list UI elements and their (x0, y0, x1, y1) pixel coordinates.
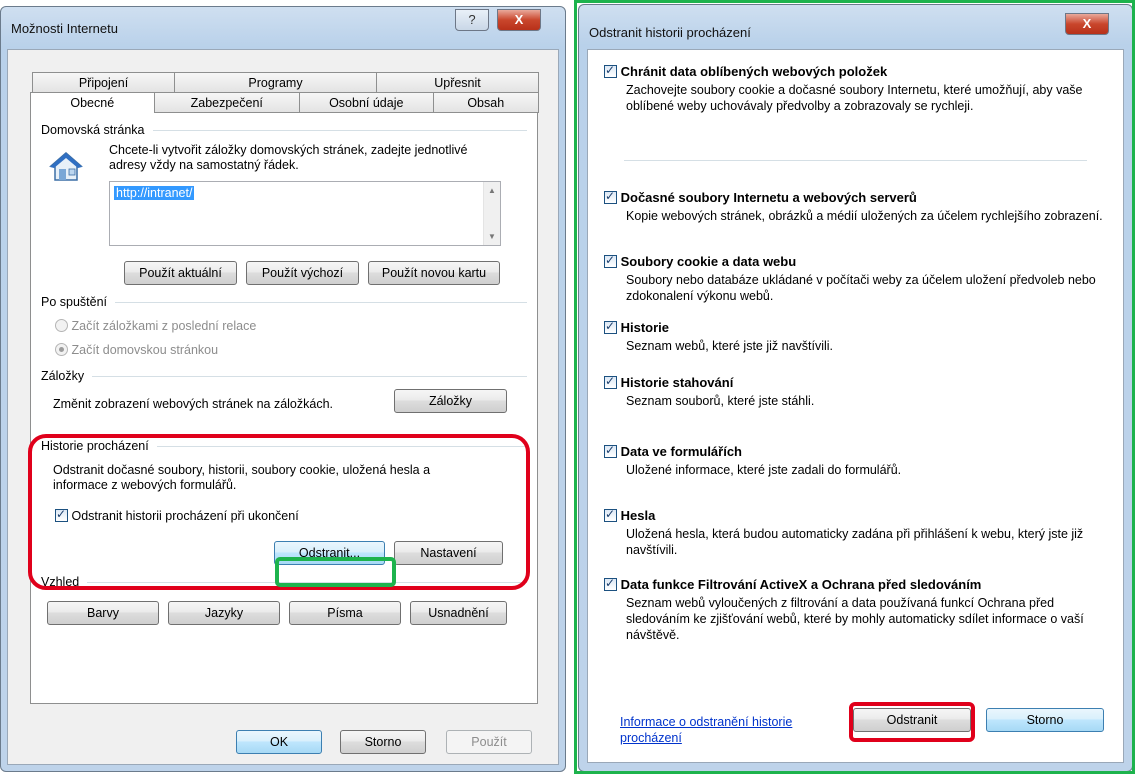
delete-on-exit-option[interactable]: Odstranit historii procházení při ukonče… (55, 507, 299, 523)
apply-button[interactable]: Použít (446, 730, 532, 754)
form-data-checkbox[interactable] (604, 443, 617, 458)
homepage-group-label: Domovská stránka (41, 123, 527, 137)
tabs-description: Změnit zobrazení webových stránek na zál… (53, 397, 333, 411)
use-current-button[interactable]: Použít aktuální (124, 261, 237, 285)
startup-option-homepage[interactable]: Začít domovskou stránkou (55, 343, 218, 357)
scroll-up-icon[interactable]: ▲ (488, 186, 496, 195)
delete-history-info-link[interactable]: Informace o odstranění historie procháze… (620, 714, 840, 746)
tabs-button[interactable]: Záložky (394, 389, 507, 413)
window-title: Odstranit historii procházení (589, 25, 751, 40)
colors-button[interactable]: Barvy (47, 601, 159, 625)
tab-privacy[interactable]: Osobní údaje (299, 92, 434, 113)
tab-general[interactable]: Obecné (30, 92, 155, 113)
history-checkbox[interactable] (604, 319, 617, 334)
option-favorites[interactable]: Chránit data oblíbených webových položek… (604, 63, 1107, 114)
tabs-group-label: Záložky (41, 369, 527, 383)
separator (624, 160, 1087, 161)
option-activex-tracking[interactable]: Data funkce Filtrování ActiveX a Ochrana… (604, 576, 1107, 643)
delete-browsing-history-window: Odstranit historii procházení X Chránit … (578, 4, 1133, 772)
tab-security[interactable]: Zabezpečení (153, 92, 300, 113)
option-temporary-files[interactable]: Dočasné soubory Internetu a webových ser… (604, 189, 1107, 224)
close-icon[interactable]: X (497, 9, 541, 31)
option-passwords[interactable]: Hesla Uložená hesla, která budou automat… (604, 507, 1107, 558)
startup-group-label: Po spuštění (41, 295, 527, 309)
radio-last-session[interactable] (55, 319, 68, 332)
title-bar: Odstranit historii procházení X (579, 5, 1132, 47)
appearance-group-label: Vzhled (41, 575, 527, 589)
tab-row-bottom: Obecné Zabezpečení Osobní údaje Obsah (30, 92, 539, 113)
tab-advanced[interactable]: Upřesnit (376, 72, 539, 93)
favorites-checkbox[interactable] (604, 63, 617, 78)
download-history-checkbox[interactable] (604, 374, 617, 389)
delete-history-button[interactable]: Odstranit... (274, 541, 385, 565)
tab-content[interactable]: Obsah (432, 92, 539, 113)
tab-connections[interactable]: Připojení (32, 72, 175, 93)
cancel-button[interactable]: Storno (340, 730, 426, 754)
home-icon (48, 151, 84, 183)
option-history[interactable]: Historie Seznam webů, které jste již nav… (604, 319, 1107, 354)
dialog-client: Chránit data oblíbených webových položek… (587, 49, 1124, 763)
accessibility-button[interactable]: Usnadnění (410, 601, 507, 625)
option-cookies[interactable]: Soubory cookie a data webu Soubory nebo … (604, 253, 1107, 304)
help-icon[interactable]: ? (455, 9, 489, 31)
delete-on-exit-checkbox[interactable] (55, 507, 68, 522)
window-title: Možnosti Internetu (11, 21, 118, 36)
languages-button[interactable]: Jazyky (168, 601, 280, 625)
tab-programs[interactable]: Programy (174, 72, 377, 93)
cancel-button[interactable]: Storno (986, 708, 1104, 732)
temporary-files-checkbox[interactable] (604, 189, 617, 204)
homepage-url-textarea[interactable]: http://intranet/ ▲ ▼ (109, 181, 501, 246)
startup-option-last-session[interactable]: Začít záložkami z poslední relace (55, 319, 256, 333)
use-new-tab-button[interactable]: Použít novou kartu (368, 261, 500, 285)
history-description: Odstranit dočasné soubory, historii, sou… (53, 463, 431, 492)
history-group-label: Historie procházení (41, 439, 527, 453)
cookies-checkbox[interactable] (604, 253, 617, 268)
passwords-checkbox[interactable] (604, 507, 617, 522)
tab-row-top: Připojení Programy Upřesnit (32, 72, 539, 93)
close-icon[interactable]: X (1065, 13, 1109, 35)
fonts-button[interactable]: Písma (289, 601, 401, 625)
textarea-scrollbar[interactable]: ▲ ▼ (483, 182, 500, 245)
general-tab-panel: Domovská stránka Chcete-li vytvořit zálo… (30, 112, 538, 704)
option-download-history[interactable]: Historie stahování Seznam souborů, které… (604, 374, 1107, 409)
delete-button[interactable]: Odstranit (853, 708, 971, 732)
use-default-button[interactable]: Použít výchozí (246, 261, 359, 285)
ok-button[interactable]: OK (236, 730, 322, 754)
homepage-description: Chcete-li vytvořit záložky domovských st… (109, 143, 468, 172)
activex-tracking-checkbox[interactable] (604, 576, 617, 591)
title-bar: Možnosti Internetu ? X (1, 7, 565, 49)
internet-options-window: Možnosti Internetu ? X Připojení Program… (0, 6, 566, 772)
radio-homepage[interactable] (55, 343, 68, 356)
history-settings-button[interactable]: Nastavení (394, 541, 503, 565)
dialog-client: Připojení Programy Upřesnit Obecné Zabez… (7, 49, 559, 765)
option-form-data[interactable]: Data ve formulářích Uložené informace, k… (604, 443, 1107, 478)
scroll-down-icon[interactable]: ▼ (488, 232, 496, 241)
homepage-url-value: http://intranet/ (114, 186, 195, 200)
